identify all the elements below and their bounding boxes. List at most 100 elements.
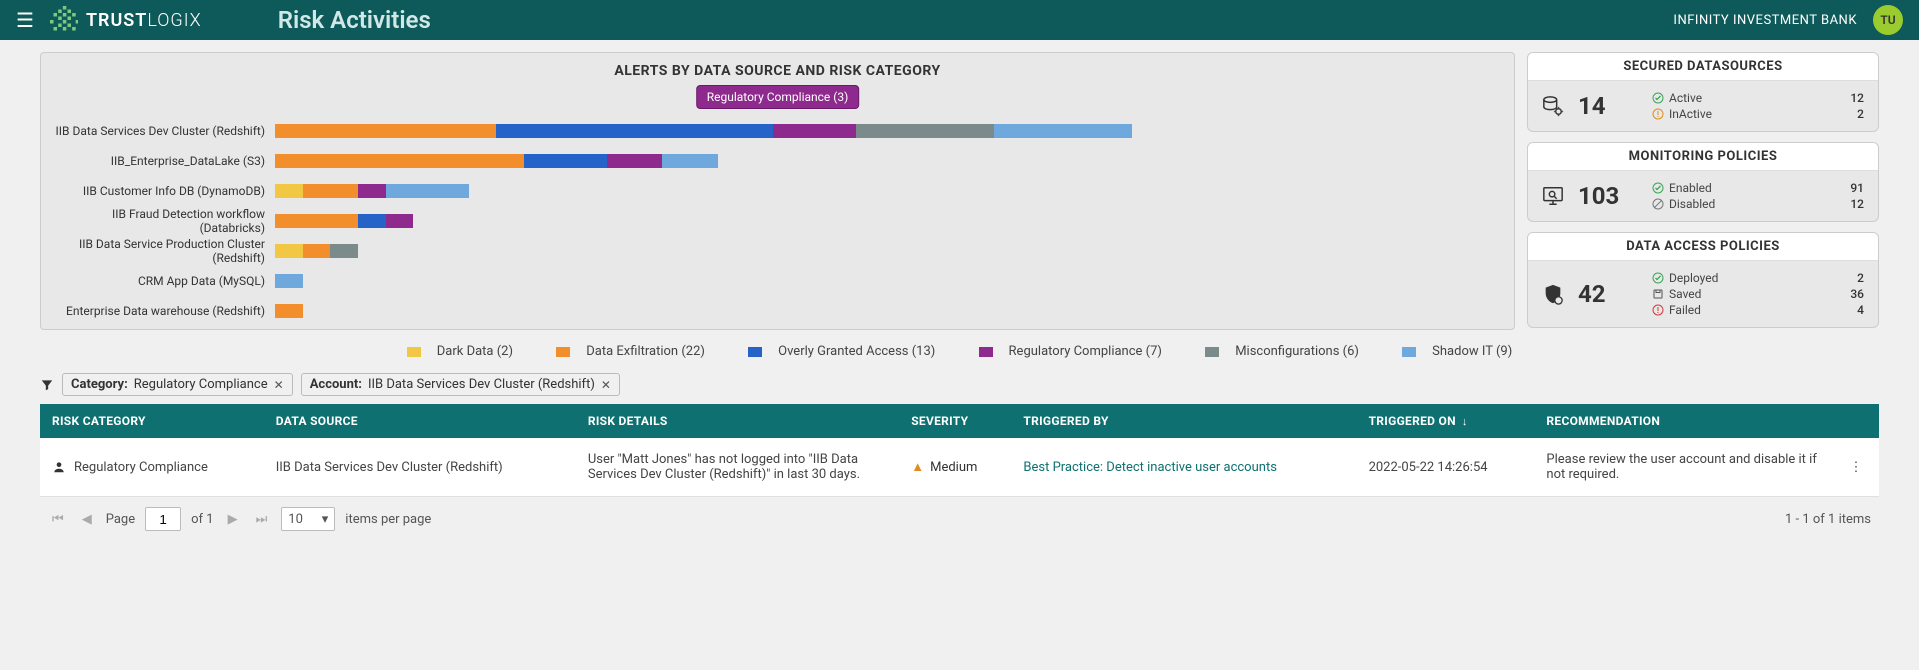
col-recommendation[interactable]: RECOMMENDATION (1534, 404, 1833, 438)
filter-chip[interactable]: Category: Regulatory Compliance✕ (62, 373, 293, 396)
chart-row-bar[interactable] (275, 154, 1500, 168)
chart-row-label: IIB Customer Info DB (DynamoDB) (55, 184, 265, 198)
risk-table: RISK CATEGORY DATA SOURCE RISK DETAILS S… (40, 404, 1879, 497)
chart-row: IIB Data Services Dev Cluster (Redshift) (55, 123, 1500, 139)
chart-row-label: CRM App Data (MySQL) (55, 274, 265, 288)
header-right: INFINITY INVESTMENT BANK TU (1673, 5, 1903, 35)
bar-segment[interactable] (275, 244, 303, 258)
bar-segment[interactable] (358, 184, 386, 198)
triggered-by-link[interactable]: Best Practice: Detect inactive user acco… (1023, 460, 1277, 475)
chart-title: ALERTS BY DATA SOURCE AND RISK CATEGORY (55, 63, 1500, 79)
bar-segment[interactable] (275, 274, 303, 288)
hamburger-menu-icon[interactable]: ☰ (16, 8, 34, 32)
chart-row: IIB Fraud Detection workflow (Databricks… (55, 213, 1500, 229)
col-triggered-on[interactable]: TRIGGERED ON↓ (1357, 404, 1535, 438)
bar-segment[interactable] (330, 244, 358, 258)
bar-segment[interactable] (303, 184, 358, 198)
page-title: Risk Activities (278, 6, 431, 34)
check-circle-icon (1652, 272, 1664, 284)
monitor-count: 103 (1578, 182, 1638, 210)
bar-segment[interactable] (275, 184, 303, 198)
status-label: Enabled (1652, 181, 1712, 195)
first-page-button[interactable]: ⏮ (48, 512, 68, 527)
col-risk-category[interactable]: RISK CATEGORY (40, 404, 264, 438)
chart-legend: Dark Data (2) Data Exfiltration (22) Ove… (40, 344, 1879, 359)
status-row: Deployed2 (1652, 271, 1864, 285)
brand-logo[interactable]: TRUSTLOGIX (50, 6, 202, 34)
shield-user-icon (1542, 283, 1564, 305)
severity-cell: ▲Medium (911, 459, 999, 475)
status-count: 12 (1850, 197, 1864, 211)
user-silhouette-icon (52, 460, 66, 474)
legend-overly-granted[interactable]: Overly Granted Access (13) (738, 344, 945, 359)
row-actions-button[interactable]: ⋮ (1833, 438, 1879, 497)
save-icon (1652, 288, 1664, 300)
chart-row-bar[interactable] (275, 124, 1500, 138)
bar-segment[interactable] (358, 214, 386, 228)
status-row: Active12 (1652, 91, 1864, 105)
col-triggered-by[interactable]: TRIGGERED BY (1011, 404, 1356, 438)
bar-segment[interactable] (275, 124, 496, 138)
secured-datasources-card: SECURED DATASOURCES 14 Active12InActive2 (1527, 52, 1879, 132)
status-row: Enabled91 (1652, 181, 1864, 195)
bar-segment[interactable] (275, 304, 303, 318)
monitoring-policies-card: MONITORING POLICIES 103 Enabled91Disable… (1527, 142, 1879, 222)
brand-text: TRUSTLOGIX (86, 10, 202, 31)
chart-row-bar[interactable] (275, 184, 1500, 198)
per-page-label: items per page (345, 512, 431, 527)
bar-segment[interactable] (994, 124, 1132, 138)
logo-icon (50, 6, 78, 34)
status-row: InActive2 (1652, 107, 1864, 121)
chart-row-label: Enterprise Data warehouse (Redshift) (55, 304, 265, 318)
bar-segment[interactable] (275, 154, 524, 168)
chart-row-bar[interactable] (275, 244, 1500, 258)
chart-row-bar[interactable] (275, 274, 1500, 288)
legend-dark-data[interactable]: Dark Data (2) (397, 344, 523, 359)
prev-page-button[interactable]: ◀ (78, 512, 96, 527)
status-label: Disabled (1652, 197, 1715, 211)
page-input[interactable] (145, 507, 181, 531)
bar-segment[interactable] (607, 154, 662, 168)
bar-segment[interactable] (856, 124, 994, 138)
per-page-select[interactable]: 10▾ (281, 507, 335, 531)
filter-icon (40, 378, 54, 392)
bar-segment[interactable] (496, 124, 773, 138)
app-header: ☰ TRUSTLOGIX Risk Activities INFINITY IN… (0, 0, 1919, 40)
bar-segment[interactable] (275, 214, 358, 228)
table-row[interactable]: Regulatory ComplianceIIB Data Services D… (40, 438, 1879, 497)
bar-segment[interactable] (303, 244, 331, 258)
filter-value: IIB Data Services Dev Cluster (Redshift) (368, 377, 595, 392)
col-risk-details[interactable]: RISK DETAILS (576, 404, 899, 438)
legend-regulatory[interactable]: Regulatory Compliance (7) (969, 344, 1172, 359)
filter-key: Account: (310, 377, 362, 392)
close-icon[interactable]: ✕ (274, 378, 284, 392)
status-count: 12 (1850, 91, 1864, 105)
tenant-name: INFINITY INVESTMENT BANK (1673, 13, 1857, 28)
legend-shadow-it[interactable]: Shadow IT (9) (1392, 344, 1522, 359)
bar-segment[interactable] (386, 184, 469, 198)
alerts-chart-panel: ALERTS BY DATA SOURCE AND RISK CATEGORY … (40, 52, 1515, 330)
secured-count: 14 (1578, 92, 1638, 120)
pagination: ⏮ ◀ Page of 1 ▶ ⏭ 10▾ items per page 1 -… (40, 497, 1879, 541)
last-page-button[interactable]: ⏭ (252, 512, 272, 527)
status-count: 2 (1857, 107, 1864, 121)
legend-misconfig[interactable]: Misconfigurations (6) (1195, 344, 1369, 359)
col-severity[interactable]: SEVERITY (899, 404, 1011, 438)
filter-chip[interactable]: Account: IIB Data Services Dev Cluster (… (301, 373, 620, 396)
data-access-policies-card: DATA ACCESS POLICIES 42 Deployed2Saved36… (1527, 232, 1879, 328)
bar-segment[interactable] (386, 214, 414, 228)
next-page-button[interactable]: ▶ (224, 512, 242, 527)
chart-row-bar[interactable] (275, 214, 1500, 228)
summary-cards: SECURED DATASOURCES 14 Active12InActive2… (1527, 52, 1879, 330)
triggered-on-cell: 2022-05-22 14:26:54 (1357, 438, 1535, 497)
close-icon[interactable]: ✕ (601, 378, 611, 392)
avatar[interactable]: TU (1873, 5, 1903, 35)
bar-segment[interactable] (662, 154, 717, 168)
status-count: 36 (1850, 287, 1864, 301)
status-count: 4 (1857, 303, 1864, 317)
bar-segment[interactable] (773, 124, 856, 138)
bar-segment[interactable] (524, 154, 607, 168)
col-data-source[interactable]: DATA SOURCE (264, 404, 576, 438)
chart-row-bar[interactable] (275, 304, 1500, 318)
legend-data-exfil[interactable]: Data Exfiltration (22) (546, 344, 715, 359)
